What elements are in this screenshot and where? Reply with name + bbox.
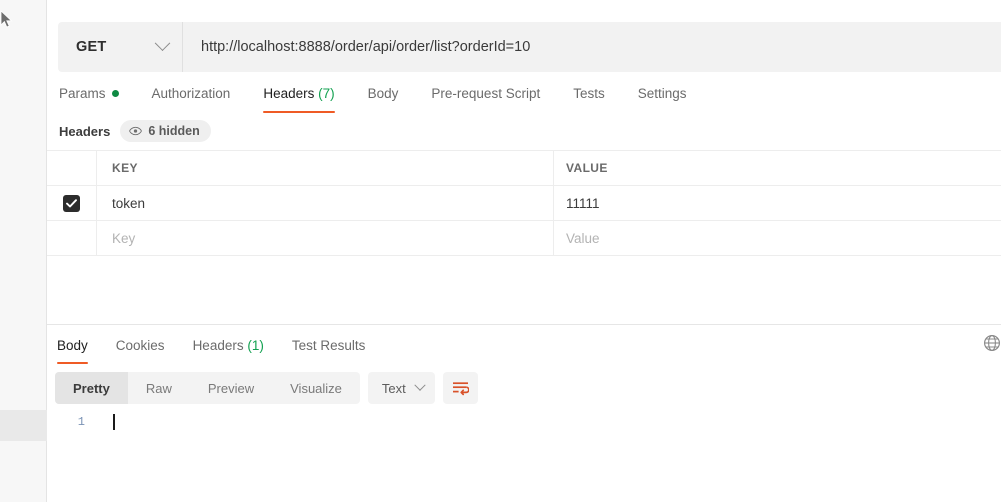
row-value-text: 11111: [566, 195, 600, 211]
response-tab-body-label: Body: [57, 338, 88, 353]
tab-headers[interactable]: Headers (7): [263, 82, 335, 113]
view-mode-pretty[interactable]: Pretty: [55, 372, 128, 404]
tab-pre-request-script-label: Pre-request Script: [431, 86, 541, 101]
view-mode-pretty-label: Pretty: [73, 380, 110, 396]
view-mode-visualize-label: Visualize: [290, 380, 342, 396]
view-mode-raw-label: Raw: [145, 380, 172, 396]
row-checkbox-cell: [47, 186, 97, 220]
request-response-divider[interactable]: [47, 324, 1001, 325]
row-value-cell-empty[interactable]: Value: [554, 221, 1001, 255]
http-method-label: GET: [76, 39, 107, 55]
response-view-mode-group: Pretty Raw Preview Visualize: [55, 372, 360, 404]
tab-headers-label: Headers: [263, 86, 315, 101]
headers-subheader: Headers 6 hidden: [59, 120, 211, 142]
tab-authorization-label: Authorization: [151, 86, 231, 101]
url-bar: GET http://localhost:8888/order/api/orde…: [58, 22, 1001, 72]
tab-tests[interactable]: Tests: [573, 82, 605, 113]
response-tab-test-results[interactable]: Test Results: [292, 334, 366, 364]
hidden-headers-label: 6 hidden: [148, 124, 200, 138]
tab-pre-request-script[interactable]: Pre-request Script: [431, 82, 540, 113]
eye-icon: [129, 126, 143, 136]
editor-line: 1: [47, 412, 1001, 432]
editor-line-number: 1: [77, 415, 85, 429]
checkmark-icon: [66, 198, 77, 207]
response-tab-body[interactable]: Body: [57, 334, 88, 364]
left-sidebar-rail: [0, 0, 47, 502]
response-tab-headers-count: (1): [247, 338, 264, 353]
row-key-cell[interactable]: token: [97, 186, 554, 220]
row-key-placeholder: Key: [112, 230, 136, 246]
row-value-cell[interactable]: 11111: [554, 186, 1001, 220]
hidden-headers-toggle[interactable]: 6 hidden: [120, 120, 211, 142]
sidebar-highlighted-item[interactable]: [0, 410, 47, 441]
tab-headers-count: (7): [318, 86, 335, 101]
response-body-editor[interactable]: 1: [47, 412, 1001, 502]
wrap-text-icon: [452, 381, 469, 395]
text-caret: [113, 414, 115, 430]
postman-request-response-view: GET http://localhost:8888/order/api/orde…: [0, 0, 1001, 502]
url-input[interactable]: http://localhost:8888/order/api/order/li…: [183, 22, 1001, 72]
main-panel: GET http://localhost:8888/order/api/orde…: [47, 0, 1001, 502]
request-tabs: Params Authorization Headers (7) Body Pr…: [59, 82, 720, 113]
http-method-select[interactable]: GET: [58, 22, 183, 72]
response-tab-cookies-label: Cookies: [115, 338, 165, 353]
response-tabs: Body Cookies Headers (1) Test Results: [57, 334, 393, 364]
table-header-value: VALUE: [566, 161, 608, 175]
chevron-down-icon: [154, 34, 171, 51]
table-header-row: KEY VALUE: [47, 151, 1001, 186]
response-tab-headers-label: Headers: [192, 338, 244, 353]
row-value-placeholder: Value: [566, 230, 600, 246]
wrap-text-button[interactable]: [442, 372, 478, 404]
table-header-check-cell: [47, 151, 97, 185]
url-row: GET http://localhost:8888/order/api/orde…: [47, 22, 1001, 72]
response-language-label: Text: [381, 380, 406, 396]
url-text: http://localhost:8888/order/api/order/li…: [201, 39, 531, 55]
tab-settings-label: Settings: [637, 86, 687, 101]
tab-body-label: Body: [367, 86, 399, 101]
tab-params[interactable]: Params: [59, 82, 119, 113]
tab-settings[interactable]: Settings: [638, 82, 687, 113]
tab-tests-label: Tests: [573, 86, 605, 101]
tab-authorization[interactable]: Authorization: [152, 82, 231, 113]
view-mode-preview-label: Preview: [207, 380, 255, 396]
table-row-empty[interactable]: Key Value: [47, 221, 1001, 256]
row-key-text: token: [112, 195, 146, 211]
row-key-cell-empty[interactable]: Key: [97, 221, 554, 255]
headers-section-title: Headers: [59, 123, 111, 139]
headers-table: KEY VALUE token 11111 Key Value: [47, 150, 1001, 256]
response-tab-test-results-label: Test Results: [291, 338, 366, 353]
tab-params-label: Params: [59, 86, 106, 101]
response-tab-headers[interactable]: Headers (1): [193, 334, 264, 364]
table-header-key: KEY: [97, 151, 554, 185]
view-mode-visualize[interactable]: Visualize: [272, 372, 360, 404]
view-mode-preview[interactable]: Preview: [190, 372, 272, 404]
chevron-down-icon: [414, 379, 426, 391]
response-tab-cookies[interactable]: Cookies: [116, 334, 165, 364]
response-language-select[interactable]: Text: [367, 372, 435, 404]
view-mode-raw[interactable]: Raw: [128, 372, 190, 404]
params-active-dot-icon: [111, 90, 119, 97]
mouse-cursor-icon: [0, 10, 13, 28]
row-checkbox-cell-empty: [47, 221, 97, 255]
table-row[interactable]: token 11111: [47, 186, 1001, 221]
row-checkbox-checked[interactable]: [63, 194, 80, 212]
response-format-toolbar: Pretty Raw Preview Visualize Text: [55, 372, 478, 404]
tab-body[interactable]: Body: [368, 82, 399, 113]
globe-icon[interactable]: [983, 334, 1001, 352]
